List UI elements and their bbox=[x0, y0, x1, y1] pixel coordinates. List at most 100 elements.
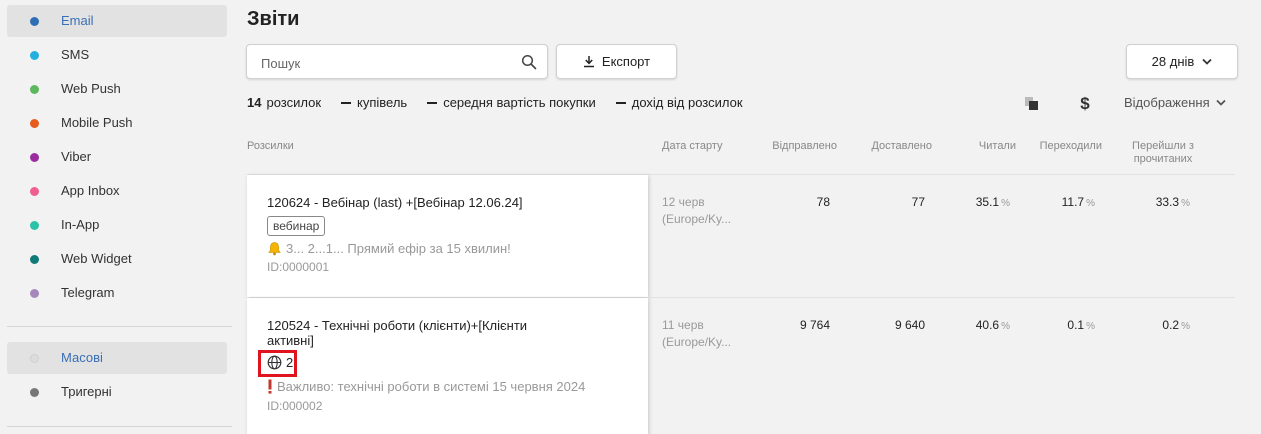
click-of-read-value: 0.2 bbox=[1162, 318, 1180, 332]
start-date-cell: 12 черв (Europe/Ky... bbox=[662, 194, 752, 228]
sidebar-item-app-inbox[interactable]: App Inbox bbox=[7, 175, 227, 207]
click-of-read-value: 33.3 bbox=[1155, 195, 1180, 209]
search-box[interactable] bbox=[246, 44, 548, 79]
sidebar-item-web-push[interactable]: Web Push bbox=[7, 73, 227, 105]
message-text: 3... 2...1... Прямий ефір за 15 хвилин! bbox=[286, 241, 511, 256]
mailing-card[interactable]: 120524 - Технічні роботи (клієнти)+[Кліє… bbox=[247, 298, 648, 434]
click-of-read-cell: 0.2% bbox=[1110, 318, 1190, 332]
sidebar-item-trigger[interactable]: Тригерні bbox=[7, 376, 227, 408]
export-label: Експорт bbox=[601, 54, 651, 69]
percent-sign: % bbox=[1181, 321, 1190, 332]
col-header-delivered[interactable]: Доставлено bbox=[842, 140, 932, 153]
export-button[interactable]: Експорт bbox=[556, 44, 677, 79]
sidebar-item-email[interactable]: Email bbox=[7, 5, 227, 37]
col-header-read[interactable]: Читали bbox=[936, 140, 1016, 153]
col-header-line: прочитаних bbox=[1133, 153, 1193, 165]
web-push-channel-dot-icon bbox=[30, 85, 39, 94]
sidebar-item-label: Web Push bbox=[61, 81, 121, 96]
mailing-id: ID:0000001 bbox=[267, 260, 330, 274]
percent-sign: % bbox=[1001, 198, 1010, 209]
svg-text:$: $ bbox=[1080, 94, 1090, 112]
col-header-start-date[interactable]: Дата старту bbox=[662, 140, 722, 153]
delivered-cell: 9 640 bbox=[894, 318, 925, 332]
legend-label: купівель bbox=[357, 95, 408, 110]
sidebar-item-label: Web Widget bbox=[61, 251, 132, 266]
sidebar: Email SMS Web Push Mobile Push Viber App… bbox=[0, 0, 235, 434]
sms-channel-dot-icon bbox=[30, 51, 39, 60]
copy-icon[interactable] bbox=[1024, 96, 1039, 111]
sidebar-item-label: Тригерні bbox=[61, 384, 112, 399]
summary-bar: 14 розсилок купівель середня вартість по… bbox=[247, 95, 743, 110]
sidebar-divider bbox=[7, 426, 232, 427]
mass-type-dot-icon bbox=[30, 354, 39, 363]
sidebar-divider bbox=[7, 326, 232, 327]
start-timezone: (Europe/Ky... bbox=[662, 212, 732, 226]
col-header-mailings[interactable]: Розсилки bbox=[247, 140, 294, 153]
legend-purchases[interactable]: купівель bbox=[341, 95, 407, 110]
mailings-count-label: розсилок bbox=[266, 95, 322, 110]
read-rate-value: 35.1 bbox=[975, 195, 1000, 209]
email-channel-dot-icon bbox=[30, 17, 39, 26]
read-rate-cell: 35.1% bbox=[930, 195, 1010, 209]
highlight-box bbox=[258, 350, 297, 377]
start-date-cell: 11 черв (Europe/Ky... bbox=[662, 317, 752, 351]
sidebar-item-label: Viber bbox=[61, 149, 92, 164]
click-rate-cell: 0.1% bbox=[1015, 318, 1095, 332]
start-date: 12 черв bbox=[662, 195, 705, 209]
percent-sign: % bbox=[1086, 198, 1095, 209]
percent-sign: % bbox=[1001, 321, 1010, 332]
mailing-name[interactable]: 120524 - Технічні роботи (клієнти)+[Кліє… bbox=[267, 318, 567, 348]
exclamation-icon bbox=[268, 379, 272, 394]
view-toggle[interactable]: Відображення bbox=[1124, 95, 1226, 110]
search-input[interactable] bbox=[261, 54, 501, 72]
sidebar-item-label: Mobile Push bbox=[61, 115, 133, 130]
click-rate-cell: 11.7% bbox=[1015, 195, 1095, 209]
mobile-push-channel-dot-icon bbox=[30, 119, 39, 128]
legend-line-icon bbox=[615, 101, 626, 104]
read-rate-value: 40.6 bbox=[975, 318, 1000, 332]
mailing-tag[interactable]: вебинар bbox=[267, 216, 326, 236]
mailing-card[interactable]: 120624 - Вебінар (last) +[Вебінар 12.06.… bbox=[247, 175, 648, 297]
sidebar-item-sms[interactable]: SMS bbox=[7, 39, 227, 71]
delivered-cell: 77 bbox=[911, 195, 925, 209]
sidebar-item-viber[interactable]: Viber bbox=[7, 141, 227, 173]
legend-revenue[interactable]: дохід від розсилок bbox=[615, 95, 743, 110]
legend-line-icon bbox=[427, 101, 438, 104]
search-icon[interactable] bbox=[521, 54, 537, 70]
download-icon bbox=[583, 56, 594, 68]
sidebar-item-mobile-push[interactable]: Mobile Push bbox=[7, 107, 227, 139]
start-date: 11 черв bbox=[662, 318, 704, 332]
sidebar-item-label: SMS bbox=[61, 47, 90, 62]
click-rate-value: 11.7 bbox=[1061, 195, 1085, 209]
legend-avg-purchase[interactable]: середня вартість покупки bbox=[427, 95, 596, 110]
col-header-clicked-of-read[interactable]: Перейшли з прочитаних bbox=[1122, 140, 1204, 166]
sidebar-item-label: Email bbox=[61, 13, 94, 28]
in-app-channel-dot-icon bbox=[30, 221, 39, 230]
legend-label: дохід від розсилок bbox=[631, 95, 743, 110]
sent-cell: 9 764 bbox=[799, 318, 830, 332]
read-rate-cell: 40.6% bbox=[930, 318, 1010, 332]
click-of-read-cell: 33.3% bbox=[1110, 195, 1190, 209]
telegram-channel-dot-icon bbox=[30, 289, 39, 298]
percent-sign: % bbox=[1181, 198, 1190, 209]
legend-line-icon bbox=[341, 101, 352, 104]
mailing-name[interactable]: 120624 - Вебінар (last) +[Вебінар 12.06.… bbox=[267, 195, 607, 210]
period-select[interactable]: 28 днів bbox=[1126, 44, 1238, 79]
bell-icon bbox=[268, 242, 281, 256]
viber-channel-dot-icon bbox=[30, 153, 39, 162]
col-header-clicked[interactable]: Переходили bbox=[1012, 140, 1102, 153]
click-rate-value: 0.1 bbox=[1067, 318, 1085, 332]
sidebar-item-in-app[interactable]: In-App bbox=[7, 209, 227, 241]
sidebar-item-telegram[interactable]: Telegram bbox=[7, 277, 227, 309]
web-widget-channel-dot-icon bbox=[30, 255, 39, 264]
sidebar-item-label: In-App bbox=[61, 217, 100, 232]
trigger-type-dot-icon bbox=[30, 388, 39, 397]
currency-icon[interactable]: $ bbox=[1079, 94, 1091, 112]
start-timezone: (Europe/Ky... bbox=[662, 335, 732, 349]
col-header-sent[interactable]: Відправлено bbox=[747, 140, 837, 153]
row-divider bbox=[648, 297, 1235, 298]
mailing-message: 3... 2...1... Прямий ефір за 15 хвилин! bbox=[267, 241, 511, 256]
reports-app: Email SMS Web Push Mobile Push Viber App… bbox=[0, 0, 1261, 434]
sidebar-item-mass[interactable]: Масові bbox=[7, 342, 227, 374]
sidebar-item-web-widget[interactable]: Web Widget bbox=[7, 243, 227, 275]
